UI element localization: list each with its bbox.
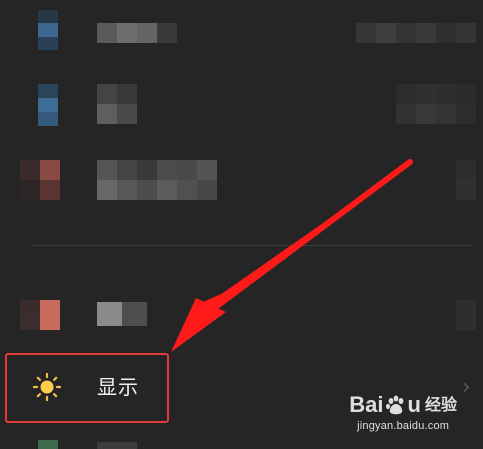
blurred-row-value <box>356 23 476 43</box>
blurred-row-text <box>97 84 137 124</box>
blurred-row-text <box>97 302 147 326</box>
blurred-row-text <box>97 160 217 200</box>
blurred-row-value <box>396 84 476 124</box>
chevron-right-icon: › <box>462 375 471 400</box>
section-divider <box>32 245 472 246</box>
settings-row-blurred[interactable] <box>0 440 483 449</box>
settings-row-blurred[interactable] <box>0 10 483 60</box>
paw-icon <box>385 395 403 415</box>
baidu-jingyan-watermark: Bai u 经验 jingyan.baidu.com <box>349 393 457 433</box>
blurred-app-icon <box>20 160 60 200</box>
highlight-box <box>5 353 169 423</box>
settings-screen: 显示 › Bai u 经验 jingyan.baidu.com <box>0 0 483 449</box>
watermark-brand-right: u <box>407 392 421 417</box>
blurred-row-value <box>456 160 476 200</box>
settings-row-blurred[interactable] <box>0 84 483 134</box>
watermark-brand-suffix: 经验 <box>424 395 457 414</box>
blurred-app-icon <box>38 10 58 50</box>
blurred-row-value <box>456 300 476 330</box>
blurred-app-icon <box>20 300 60 330</box>
watermark-url: jingyan.baidu.com <box>357 420 450 432</box>
watermark-brand: Bai u 经验 <box>349 393 457 417</box>
settings-row-blurred[interactable] <box>0 160 483 210</box>
settings-row-blurred[interactable] <box>0 300 483 340</box>
blurred-app-icon <box>38 84 58 126</box>
blurred-row-text <box>97 23 177 43</box>
watermark-brand-left: Bai <box>349 392 384 417</box>
